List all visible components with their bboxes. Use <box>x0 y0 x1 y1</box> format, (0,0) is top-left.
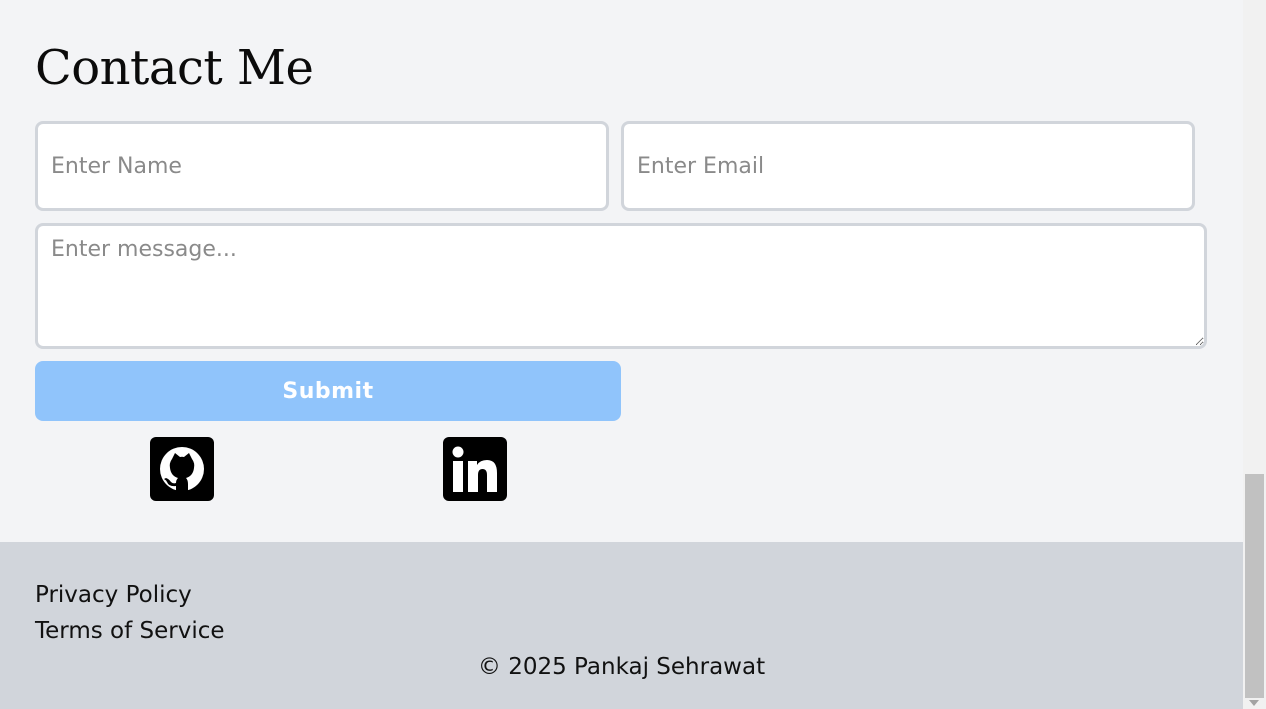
scroll-down-arrow-icon[interactable] <box>1249 700 1259 706</box>
page: Contact Me Submit Privacy Policy Terms o… <box>0 0 1243 709</box>
copyright-text: © 2025 Pankaj Sehrawat <box>477 654 766 680</box>
contact-title: Contact Me <box>35 40 314 96</box>
scrollbar-thumb[interactable] <box>1245 474 1264 698</box>
linkedin-icon <box>443 437 507 501</box>
github-link[interactable] <box>150 437 214 501</box>
github-icon <box>150 437 214 501</box>
submit-button[interactable]: Submit <box>35 361 621 421</box>
terms-of-service-link[interactable]: Terms of Service <box>35 616 225 646</box>
privacy-policy-link[interactable]: Privacy Policy <box>35 580 192 610</box>
name-input[interactable] <box>35 121 609 211</box>
footer: Privacy Policy Terms of Service © 2025 P… <box>0 542 1243 709</box>
linkedin-link[interactable] <box>443 437 507 501</box>
page-scrollbar[interactable] <box>1243 0 1266 709</box>
message-textarea[interactable] <box>35 223 1207 349</box>
email-input[interactable] <box>621 121 1195 211</box>
